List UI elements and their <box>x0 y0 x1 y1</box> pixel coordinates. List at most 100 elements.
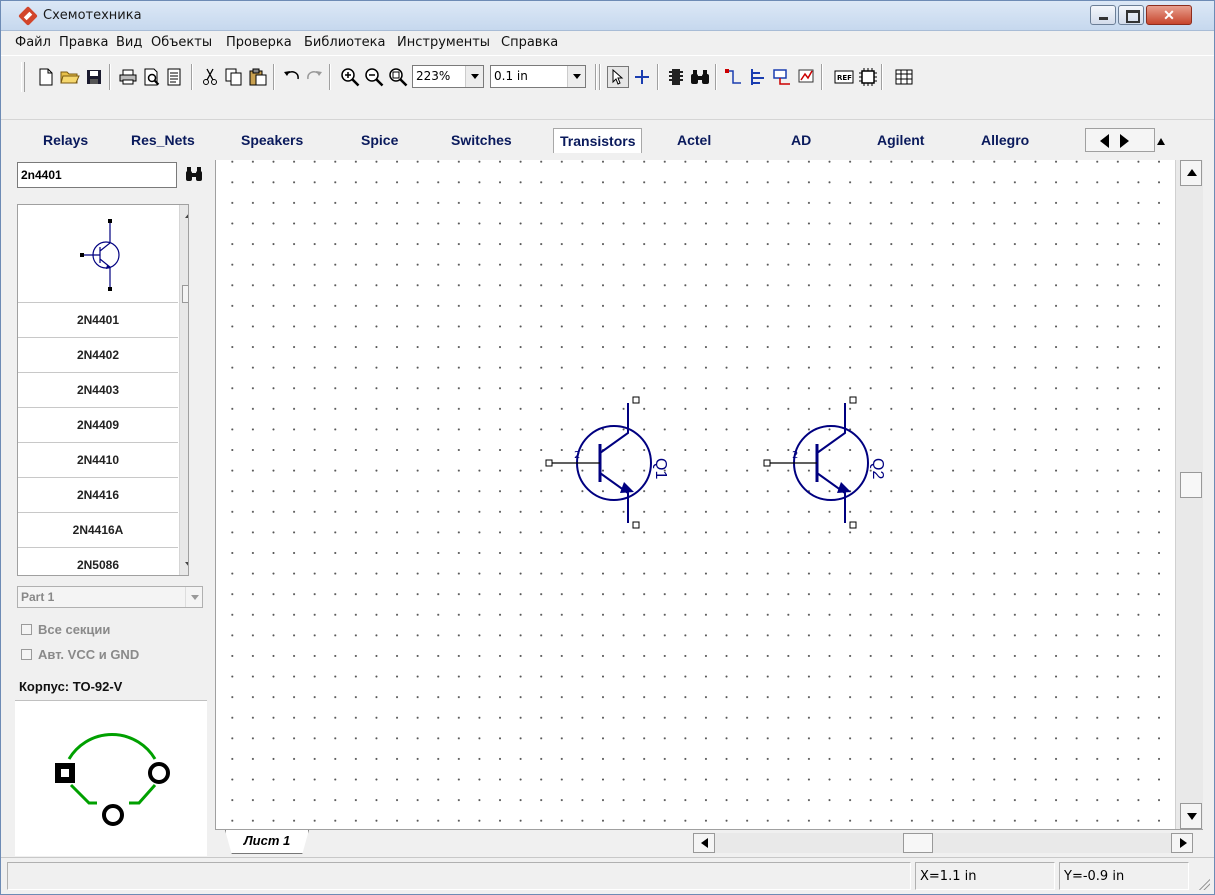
ref-label-q1: Q1 <box>652 458 669 479</box>
grid-value: 0.1 in <box>494 69 528 83</box>
toolbar-separator <box>881 64 883 90</box>
table-icon[interactable] <box>893 66 915 88</box>
menu-file[interactable]: Файл <box>15 35 51 50</box>
tab-relays[interactable]: Relays <box>43 132 88 148</box>
title-bar: Схемотехника ✕ <box>1 1 1214 31</box>
library-tabs: Relays Res_Nets Speakers Spice Switches … <box>1 119 1214 157</box>
list-item[interactable]: 2N4410 <box>18 443 178 478</box>
tab-transistors[interactable]: Transistors <box>553 128 643 153</box>
open-folder-icon[interactable] <box>59 66 81 88</box>
scroll-thumb[interactable] <box>903 833 933 853</box>
chevron-down-icon[interactable] <box>465 66 483 87</box>
list-item[interactable]: 2N4409 <box>18 408 178 443</box>
binoculars-icon[interactable] <box>185 166 203 187</box>
canvas-horizontal-scrollbar[interactable] <box>693 833 1193 853</box>
scroll-thumb[interactable] <box>1180 472 1202 498</box>
part-select-value: Part 1 <box>21 590 55 604</box>
wire-icon[interactable] <box>723 66 745 88</box>
list-item[interactable]: 2N4416A <box>18 513 178 548</box>
menu-edit[interactable]: Правка <box>59 35 108 50</box>
menu-check[interactable]: Проверка <box>226 35 292 50</box>
scroll-up-icon[interactable] <box>1180 160 1202 186</box>
checkbox-box[interactable] <box>21 649 32 660</box>
part-list-scrollbar[interactable] <box>179 205 188 575</box>
maximize-button[interactable] <box>1118 5 1144 25</box>
ic-chip-icon[interactable] <box>857 66 879 88</box>
reference-icon[interactable]: REF <box>833 66 855 88</box>
zoom-select[interactable]: 223% <box>412 65 484 88</box>
report-icon[interactable] <box>163 66 185 88</box>
auto-vcc-gnd-label: Авт. VCC и GND <box>38 647 140 662</box>
crosshair-icon[interactable] <box>631 66 653 88</box>
save-icon[interactable] <box>83 66 105 88</box>
scroll-right-icon[interactable] <box>1171 833 1193 853</box>
resize-grip[interactable] <box>1196 876 1210 890</box>
tab-speakers[interactable]: Speakers <box>241 132 303 148</box>
find-icon[interactable] <box>689 66 711 88</box>
menu-view[interactable]: Вид <box>116 35 142 50</box>
menu-objects[interactable]: Объекты <box>151 35 212 50</box>
redo-icon[interactable] <box>303 66 325 88</box>
minimize-button[interactable] <box>1090 5 1116 25</box>
net-port-icon[interactable] <box>771 66 793 88</box>
toolbar-separator <box>329 64 331 90</box>
undo-icon[interactable] <box>281 66 303 88</box>
all-sections-checkbox[interactable]: Все секции <box>21 622 110 637</box>
transistor-symbol-icon <box>80 219 120 291</box>
menu-tools[interactable]: Инструменты <box>397 35 490 50</box>
tab-res-nets[interactable]: Res_Nets <box>131 132 195 148</box>
component-icon[interactable] <box>665 66 687 88</box>
search-input[interactable]: 2n4401 <box>17 162 177 188</box>
net-label-icon[interactable] <box>795 66 817 88</box>
auto-vcc-gnd-checkbox[interactable]: Авт. VCC и GND <box>21 647 139 662</box>
status-x-coordinate: X=1.1 in <box>915 862 1055 890</box>
list-item[interactable]: 2N4403 <box>18 373 178 408</box>
list-item[interactable]: 2N4402 <box>18 338 178 373</box>
tab-sheet-1[interactable]: Лист 1 <box>225 830 309 854</box>
package-preview <box>15 700 207 856</box>
toolbar-separator <box>109 64 111 90</box>
print-icon[interactable] <box>117 66 139 88</box>
schematic-canvas[interactable]: 2 Q1 2 Q2 <box>215 160 1175 829</box>
menu-help[interactable]: Справка <box>501 35 558 50</box>
checkbox-box[interactable] <box>21 624 32 635</box>
print-preview-icon[interactable] <box>141 66 163 88</box>
paste-icon[interactable] <box>247 66 269 88</box>
chevron-down-icon[interactable] <box>185 587 202 607</box>
arrow-right-icon[interactable] <box>1120 134 1129 148</box>
zoom-out-icon[interactable] <box>363 66 385 88</box>
tab-ad[interactable]: AD <box>791 132 811 148</box>
list-item[interactable]: 2N4401 <box>18 303 178 338</box>
toolbar-grip[interactable] <box>21 62 25 92</box>
transistor-q1[interactable]: 2 Q1 <box>545 396 669 529</box>
menu-library[interactable]: Библиотека <box>304 35 386 50</box>
tab-spice[interactable]: Spice <box>361 132 398 148</box>
grid-select[interactable]: 0.1 in <box>490 65 586 88</box>
status-message <box>7 862 911 890</box>
cut-icon[interactable] <box>199 66 221 88</box>
arrow-left-icon[interactable] <box>1100 134 1109 148</box>
canvas-vertical-scrollbar[interactable] <box>1175 160 1203 829</box>
tab-switches[interactable]: Switches <box>451 132 512 148</box>
chevron-down-icon[interactable] <box>567 66 585 87</box>
tab-agilent[interactable]: Agilent <box>877 132 924 148</box>
scroll-thumb[interactable] <box>182 285 188 303</box>
close-button[interactable]: ✕ <box>1146 5 1192 25</box>
copy-icon[interactable] <box>223 66 245 88</box>
new-file-icon[interactable] <box>35 66 57 88</box>
transistor-q2[interactable]: 2 Q2 <box>763 396 886 529</box>
tab-actel[interactable]: Actel <box>677 132 711 148</box>
part-select[interactable]: Part 1 <box>17 586 203 608</box>
scroll-up-icon[interactable] <box>185 213 188 218</box>
scroll-down-icon[interactable] <box>185 562 188 567</box>
zoom-in-icon[interactable] <box>339 66 361 88</box>
scroll-down-icon[interactable] <box>1180 803 1202 829</box>
list-item[interactable]: 2N4416 <box>18 478 178 513</box>
select-cursor-icon[interactable] <box>607 66 629 88</box>
scroll-left-icon[interactable] <box>693 833 715 853</box>
tab-overflow-icon[interactable] <box>1157 138 1165 145</box>
zoom-fit-icon[interactable] <box>387 66 409 88</box>
list-item[interactable]: 2N5086 <box>18 548 178 575</box>
bus-icon[interactable] <box>747 66 769 88</box>
tab-allegro[interactable]: Allegro <box>981 132 1029 148</box>
